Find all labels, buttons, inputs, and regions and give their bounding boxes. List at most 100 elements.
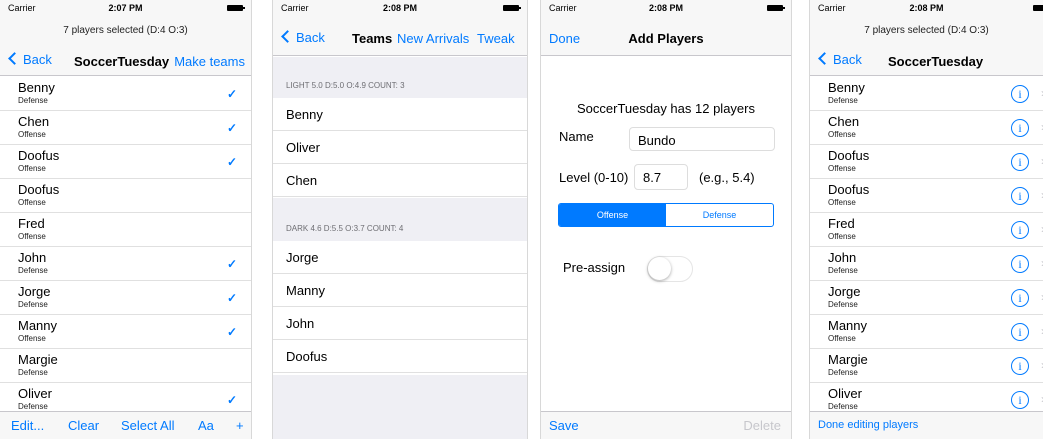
player-name: Doofus xyxy=(828,148,870,163)
player-row[interactable]: Doofus Offense ✓ xyxy=(0,145,251,179)
checkmark-icon: ✓ xyxy=(226,291,237,305)
status-bar: Carrier 2:07 PM xyxy=(0,0,251,16)
back-button[interactable]: Back xyxy=(8,52,52,67)
player-position: Offense xyxy=(828,198,856,207)
back-button[interactable]: Back xyxy=(281,30,325,45)
team-player-name: Chen xyxy=(286,173,318,188)
edit-button[interactable]: Edit... xyxy=(11,418,44,433)
player-row[interactable]: Benny Defense ✓ xyxy=(0,77,251,111)
checkmark-icon: ✓ xyxy=(226,257,237,271)
position-segmented-control: Offense Defense xyxy=(558,203,774,227)
level-field[interactable]: 8.7 xyxy=(634,164,688,190)
team-player-row[interactable]: Oliver xyxy=(273,131,527,164)
player-row[interactable]: DoofusOffensei› xyxy=(810,145,1043,179)
info-icon[interactable]: i xyxy=(1011,289,1029,307)
checkmark-icon: ✓ xyxy=(226,155,237,169)
player-row[interactable]: FredOffensei› xyxy=(810,213,1043,247)
preassign-label: Pre-assign xyxy=(563,260,626,275)
player-position: Offense xyxy=(18,164,46,173)
player-row[interactable]: BennyDefensei› xyxy=(810,77,1043,111)
player-row[interactable]: MargieDefensei› xyxy=(810,349,1043,383)
player-name: Oliver xyxy=(18,386,52,401)
player-name: John xyxy=(828,250,857,265)
clear-button[interactable]: Clear xyxy=(68,418,99,433)
player-row[interactable]: JohnDefensei› xyxy=(810,247,1043,281)
info-icon[interactable]: i xyxy=(1011,187,1029,205)
delete-button[interactable]: Delete xyxy=(743,418,781,433)
tweak-button[interactable]: Tweak xyxy=(477,31,515,46)
checkmark-icon: ✓ xyxy=(226,325,237,339)
name-field[interactable]: Bundo xyxy=(629,127,775,151)
player-position: Defense xyxy=(18,96,48,105)
level-label: Level (0-10) xyxy=(559,170,629,185)
navigation-bar: 7 players selected (D:4 O:3) Back Soccer… xyxy=(810,16,1043,76)
segment-offense[interactable]: Offense xyxy=(559,204,666,226)
font-size-button[interactable]: Aa xyxy=(198,418,214,433)
new-arrivals-button[interactable]: New Arrivals xyxy=(397,31,469,46)
make-teams-button[interactable]: Make teams xyxy=(174,54,245,69)
info-icon[interactable]: i xyxy=(1011,119,1029,137)
player-position: Offense xyxy=(18,334,46,343)
battery-icon xyxy=(503,5,521,11)
player-row[interactable]: Jorge Defense ✓ xyxy=(0,281,251,315)
player-row[interactable]: Chen Offense ✓ xyxy=(0,111,251,145)
info-icon[interactable]: i xyxy=(1011,391,1029,409)
player-name: Doofus xyxy=(18,182,60,197)
player-row[interactable]: Manny Offense ✓ xyxy=(0,315,251,349)
player-position: Defense xyxy=(828,266,858,275)
player-position: Defense xyxy=(828,96,858,105)
add-player-button[interactable]: + xyxy=(236,418,244,433)
back-label: Back xyxy=(833,52,862,67)
player-row[interactable]: ChenOffensei› xyxy=(810,111,1043,145)
player-row[interactable]: JorgeDefensei› xyxy=(810,281,1043,315)
player-row[interactable]: MannyOffensei› xyxy=(810,315,1043,349)
preassign-toggle[interactable] xyxy=(647,256,693,282)
checkmark-icon: ✓ xyxy=(226,393,237,407)
team-player-row[interactable]: John xyxy=(273,307,527,340)
segment-defense[interactable]: Defense xyxy=(666,204,773,226)
done-editing-button[interactable]: Done editing players xyxy=(818,419,918,431)
player-row[interactable]: DoofusOffensei› xyxy=(810,179,1043,213)
info-icon[interactable]: i xyxy=(1011,255,1029,273)
player-name: Chen xyxy=(828,114,860,129)
save-button[interactable]: Save xyxy=(549,418,579,433)
clock: 2:08 PM xyxy=(648,3,683,13)
team-player-row[interactable]: Chen xyxy=(273,164,527,197)
player-name: Benny xyxy=(828,80,865,95)
screen-player-selection: Carrier 2:07 PM 7 players selected (D:4 … xyxy=(0,0,252,439)
player-row[interactable]: John Defense ✓ xyxy=(0,247,251,281)
team-player-name: Doofus xyxy=(286,349,328,364)
team-player-row[interactable]: Benny xyxy=(273,98,527,131)
navigation-bar: 7 players selected (D:4 O:3) Back Soccer… xyxy=(0,16,251,76)
select-all-button[interactable]: Select All xyxy=(121,418,174,433)
back-button[interactable]: Back xyxy=(818,52,862,67)
info-icon[interactable]: i xyxy=(1011,153,1029,171)
chevron-left-icon xyxy=(281,30,294,43)
player-position: Defense xyxy=(828,300,858,309)
player-count-summary: SoccerTuesday has 12 players xyxy=(576,101,755,116)
clock: 2:08 PM xyxy=(909,3,944,13)
page-title: SoccerTuesday xyxy=(74,54,170,69)
team-player-row[interactable]: Jorge xyxy=(273,241,527,274)
player-name: Doofus xyxy=(828,182,870,197)
status-bar: Carrier 2:08 PM xyxy=(541,0,791,16)
player-row[interactable]: Margie Defense xyxy=(0,349,251,383)
player-row[interactable]: Doofus Offense xyxy=(0,179,251,213)
player-position: Defense xyxy=(18,266,48,275)
player-row[interactable]: Fred Offense xyxy=(0,213,251,247)
status-bar: Carrier 2:08 PM xyxy=(273,0,527,16)
info-icon[interactable]: i xyxy=(1011,323,1029,341)
info-icon[interactable]: i xyxy=(1011,357,1029,375)
team-player-row[interactable]: Manny xyxy=(273,274,527,307)
player-name: Chen xyxy=(18,114,50,129)
info-icon[interactable]: i xyxy=(1011,85,1029,103)
chevron-left-icon xyxy=(8,52,21,65)
team-player-row[interactable]: Doofus xyxy=(273,340,527,373)
team-player-name: John xyxy=(286,316,315,331)
team-header-dark: DARK 4.6 D:5.5 O:3.7 COUNT: 4 xyxy=(273,198,527,241)
team-player-name: Benny xyxy=(286,107,323,122)
player-name: Manny xyxy=(828,318,868,333)
chevron-left-icon xyxy=(818,52,831,65)
info-icon[interactable]: i xyxy=(1011,221,1029,239)
player-position: Offense xyxy=(828,164,856,173)
